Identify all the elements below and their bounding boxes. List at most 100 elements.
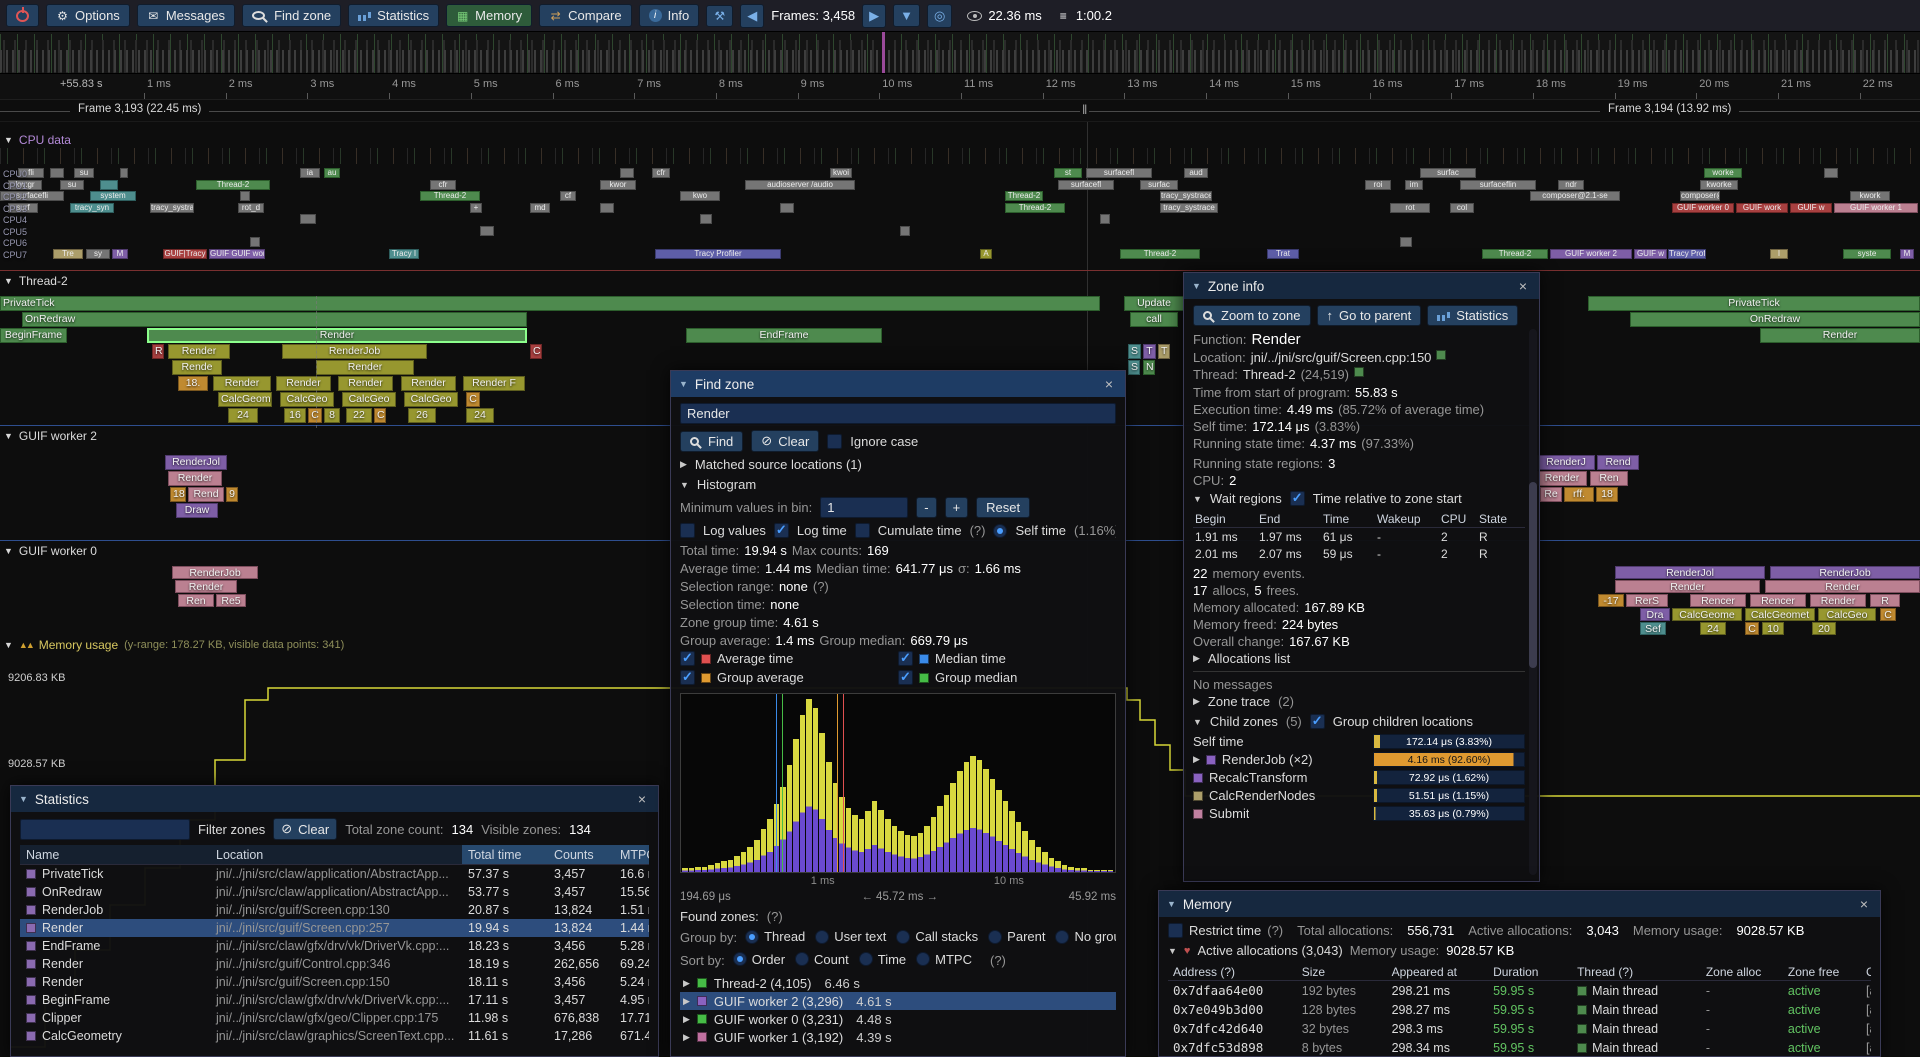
cpu-zone[interactable]: su (60, 180, 84, 190)
allocation-address[interactable]: 0x7dfc42d640 (1168, 1021, 1297, 1036)
stats-row[interactable]: EndFramejni/../jni/src/claw/gfx/drv/vk/D… (20, 937, 649, 955)
cpu-zone[interactable]: GUIF worker 2 (1550, 249, 1632, 259)
active-allocations-section[interactable]: Active allocations (3,043) (1197, 943, 1342, 958)
stats-row[interactable]: OnRedrawjni/../jni/src/claw/application/… (20, 883, 649, 901)
cpu-zone[interactable]: GUIF worker 1 (1834, 203, 1918, 213)
timeline-zone[interactable]: Render (147, 328, 527, 343)
legend-checkbox[interactable] (680, 670, 695, 685)
timeline-zone[interactable]: N (1143, 360, 1155, 375)
radio-option[interactable]: MTPC (916, 952, 972, 967)
cpu-zone[interactable]: tracy_systrace (1160, 203, 1218, 213)
location-value[interactable]: jni/../jni/src/guif/Screen.cpp:150 (1251, 350, 1432, 365)
cpu-zone[interactable]: im (1405, 180, 1423, 190)
thread-header[interactable]: ▼GUIF worker 0 (4, 544, 97, 558)
zone-info-titlebar[interactable]: ▼ Zone info × (1184, 273, 1539, 299)
timeline-zone[interactable]: Render (316, 360, 414, 375)
cpu-data-header[interactable]: ▼ CPU data (4, 133, 71, 147)
allocation-column-header[interactable]: Thread (?) (1572, 965, 1701, 979)
radio[interactable] (896, 930, 910, 944)
radio-option[interactable]: User text (815, 929, 886, 944)
expand-icon[interactable]: ▶ (1193, 696, 1200, 707)
stats-column-header[interactable]: Total time (462, 845, 548, 864)
timeline-zone[interactable]: 18. (178, 376, 208, 391)
matched-locations-row[interactable]: ▶ Matched source locations (1) (680, 457, 1116, 472)
allocation-column-header[interactable]: Size (1297, 965, 1387, 979)
legend-item[interactable]: Group median (898, 670, 1116, 685)
timeline-zone[interactable]: 10 (1762, 622, 1784, 635)
legend-checkbox[interactable] (898, 651, 913, 666)
cpu-zone[interactable]: surfac (1420, 168, 1476, 178)
allocation-row[interactable]: 0x7dfaa64e00192 bytes298.21 ms59.95 sMai… (1168, 981, 1871, 1000)
cpu-zone[interactable]: surfacefl (1086, 168, 1152, 178)
zone-group-row[interactable]: ▶GUIF worker 0 (3,231)4.48 s (680, 1010, 1116, 1028)
stats-row[interactable]: Renderjni/../jni/src/guif/Screen.cpp:150… (20, 973, 649, 991)
collapse-icon[interactable]: ▼ (1167, 899, 1176, 909)
cpu-zone[interactable]: GUIF w (1790, 203, 1832, 213)
timeline-zone[interactable]: PrivateTick (0, 296, 1100, 311)
bin-minus-button[interactable]: - (916, 497, 936, 518)
cpu-zone[interactable]: surfaceflin (1460, 180, 1536, 190)
allocation-column-header[interactable]: Zone free (1783, 965, 1861, 979)
cpu-zone[interactable] (700, 214, 712, 224)
timeline-zone[interactable]: C (530, 344, 542, 359)
frames-row[interactable]: Frame 3,193 (22.45 ms) ‖ Frame 3,194 (13… (0, 100, 1920, 122)
timeline-zone[interactable]: T (1158, 344, 1170, 359)
statistics-titlebar[interactable]: ▼ Statistics × (11, 786, 658, 812)
radio[interactable] (1055, 930, 1069, 944)
timeline-zone[interactable]: rff. (1564, 487, 1594, 502)
timeline-zone[interactable]: CalcGeomet (1745, 608, 1815, 621)
radio[interactable] (733, 952, 747, 966)
cpu-zone[interactable]: Tre (53, 249, 83, 259)
cpu-zone[interactable]: Tracy Profiler (655, 249, 781, 259)
radio[interactable] (988, 930, 1002, 944)
timeline-zone[interactable]: Dra (1640, 608, 1670, 621)
messages-button[interactable]: ✉Messages (137, 4, 235, 27)
cpu-zone[interactable]: cf (560, 191, 576, 201)
go-to-parent-button[interactable]: ↑Go to parent (1317, 305, 1422, 326)
zoom-to-zone-button[interactable]: Zoom to zone (1193, 305, 1311, 326)
timeline-zone[interactable]: CalcGeo (1818, 608, 1876, 621)
radio-option[interactable]: Order (733, 952, 785, 967)
timeline-zone[interactable]: Render (1537, 471, 1587, 486)
cpu-zone[interactable] (240, 191, 250, 201)
timeline-zone[interactable]: call (1130, 312, 1178, 327)
log-time-checkbox[interactable] (774, 523, 789, 538)
allocation-address[interactable]: 0x7dfaa64e00 (1168, 983, 1297, 998)
legend-checkbox[interactable] (898, 670, 913, 685)
frame-label-right[interactable]: Frame 3,194 (13.92 ms) (1600, 103, 1739, 115)
cpu-zone[interactable]: cfr (652, 168, 670, 178)
allocation-row[interactable]: 0x7e049b3d00128 bytes298.27 ms59.95 sMai… (1168, 1000, 1871, 1019)
zone-statistics-button[interactable]: Statistics (1427, 305, 1518, 326)
zone-trace-label[interactable]: Zone trace (1208, 694, 1270, 709)
timeline-zone[interactable]: RenderJol (165, 455, 227, 470)
clear-button[interactable]: ⊘Clear (751, 430, 819, 452)
cpu-zone[interactable]: au (324, 168, 340, 178)
goto-frame-button[interactable]: ◎ (927, 4, 952, 28)
timeline-zone[interactable]: 20 (1812, 622, 1836, 635)
find-zone-button[interactable]: Find zone (242, 4, 341, 27)
cpu-zone[interactable]: GUIF w (1634, 249, 1667, 259)
radio[interactable] (815, 930, 829, 944)
allocation-address[interactable]: 0x7dfc53d898 (1168, 1040, 1297, 1055)
memory-titlebar[interactable]: ▼ Memory × (1159, 891, 1880, 917)
collapse-icon[interactable]: ▼ (1168, 946, 1177, 956)
legend-item[interactable]: Group average (680, 670, 898, 685)
child-zone-row[interactable]: Self time172.14 μs (3.83%) (1193, 734, 1525, 749)
child-zone-row[interactable]: ▶RenderJob (×2)4.16 ms (92.60%) (1193, 752, 1525, 767)
child-zone-row[interactable]: CalcRenderNodes51.51 μs (1.15%) (1193, 788, 1525, 803)
timeline-zone[interactable]: CalcGeo (342, 392, 396, 407)
frame-minimap[interactable] (0, 32, 1920, 74)
timeline-zone[interactable]: 24 (1700, 622, 1726, 635)
alloc-link[interactable]: [alloc] (1866, 1003, 1871, 1017)
timeline-zone[interactable]: C (1745, 622, 1759, 635)
statistics-button[interactable]: Statistics (348, 4, 439, 27)
allocation-row[interactable]: 0x7dfc53d8988 bytes298.34 ms59.95 sMain … (1168, 1038, 1871, 1056)
cpu-zone[interactable]: + (470, 203, 482, 213)
cpu-zone[interactable] (120, 168, 128, 178)
timeline-zone[interactable]: RenderJob (172, 566, 258, 579)
thread-header[interactable]: ▼Thread-2 (4, 274, 68, 288)
timeline-zone[interactable]: Re5 (216, 594, 246, 607)
zone-group-row[interactable]: ▶GUIF worker 1 (3,192)4.39 s (680, 1028, 1116, 1046)
timeline-zone[interactable]: R (1870, 594, 1900, 607)
timeline-zone[interactable]: 8 (324, 408, 340, 423)
